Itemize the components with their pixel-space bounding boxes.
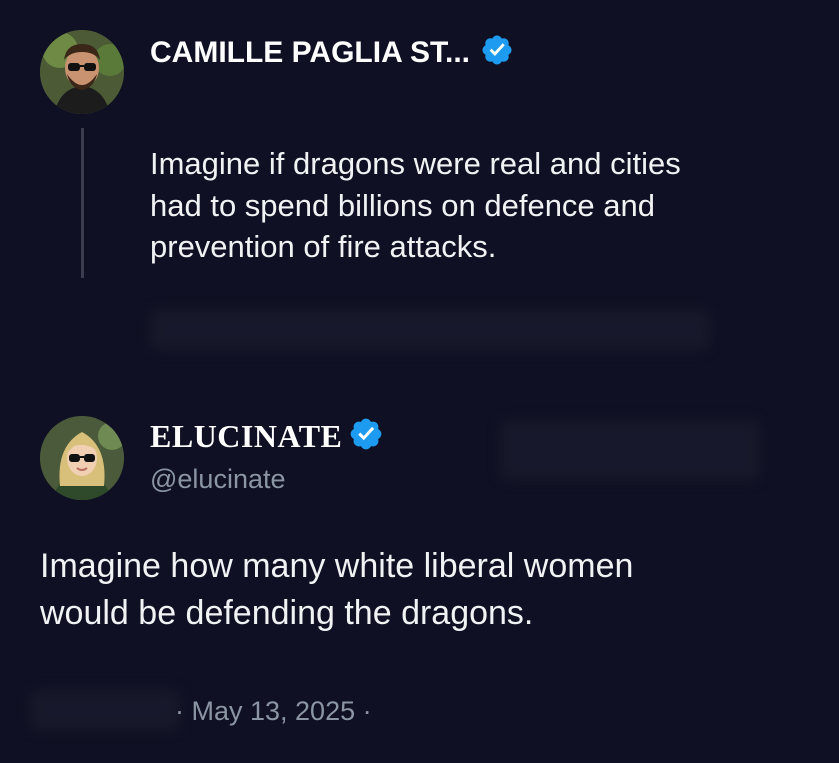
verified-badge-icon bbox=[480, 33, 514, 72]
thread-connector-line bbox=[81, 128, 84, 278]
text-line: Imagine if dragons were real and cities bbox=[150, 146, 681, 181]
text-line: prevention of fire attacks. bbox=[150, 229, 497, 265]
parent-name-row: CAMILLE PAGLIA ST... bbox=[150, 33, 514, 72]
tweet-timestamp[interactable]: · May 13, 2025 · bbox=[175, 696, 372, 727]
display-name[interactable]: CAMILLE PAGLIA ST... bbox=[150, 36, 470, 70]
reply-tweet-text: Imagine how many white liberal women wou… bbox=[40, 543, 633, 637]
blurred-region bbox=[500, 420, 760, 480]
display-name[interactable]: ELUCINATE bbox=[150, 418, 342, 455]
text-line: Imagine how many white liberal women bbox=[40, 547, 634, 585]
blurred-region bbox=[150, 310, 710, 350]
reply-name-row: ELUCINATE bbox=[150, 416, 384, 457]
woman-sunglasses-avatar-icon bbox=[40, 416, 124, 500]
parent-tweet-text: Imagine if dragons were real and cities … bbox=[150, 143, 681, 268]
text-line: had to spend billions on defence and bbox=[150, 187, 656, 223]
blurred-region bbox=[30, 690, 180, 730]
text-line: would be defending the dragons. bbox=[40, 593, 534, 632]
avatar[interactable] bbox=[40, 30, 124, 114]
avatar[interactable] bbox=[40, 416, 124, 500]
verified-badge-icon bbox=[348, 416, 384, 457]
user-handle[interactable]: @elucinate bbox=[150, 464, 286, 495]
man-sunglasses-avatar-icon bbox=[40, 30, 124, 114]
